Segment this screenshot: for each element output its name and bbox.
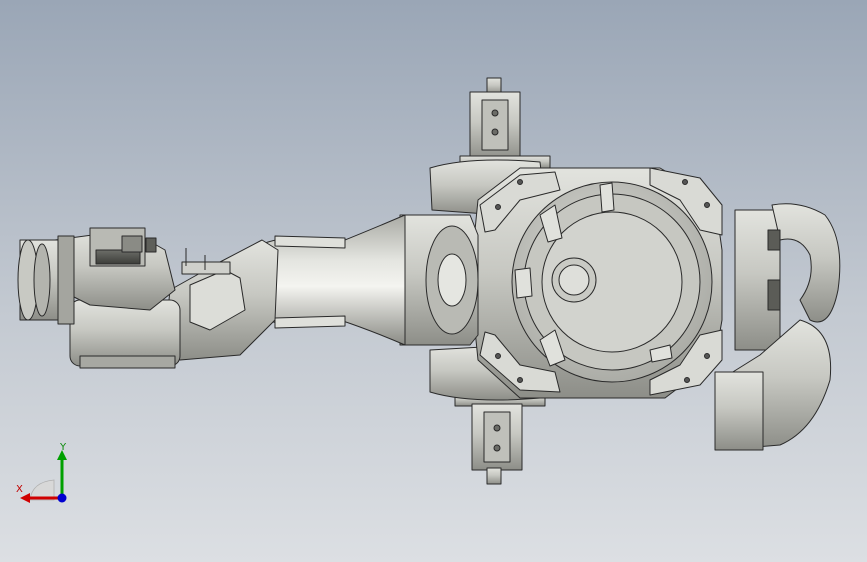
- bottom-bracket: [454, 393, 546, 485]
- arm-tube: [259, 214, 406, 346]
- top-bracket: [459, 77, 551, 169]
- axis-triad: X Y: [10, 440, 80, 510]
- axis-triad-graphic: [20, 450, 67, 503]
- y-axis-label: Y: [60, 442, 67, 453]
- robot-arm-model[interactable]: [0, 0, 867, 562]
- rear-motor: [714, 203, 841, 451]
- base-housing: [469, 167, 723, 399]
- forearm: [54, 227, 279, 369]
- x-axis-label: X: [16, 484, 23, 495]
- end-flange: [17, 235, 75, 325]
- cad-viewport[interactable]: X Y: [0, 0, 867, 562]
